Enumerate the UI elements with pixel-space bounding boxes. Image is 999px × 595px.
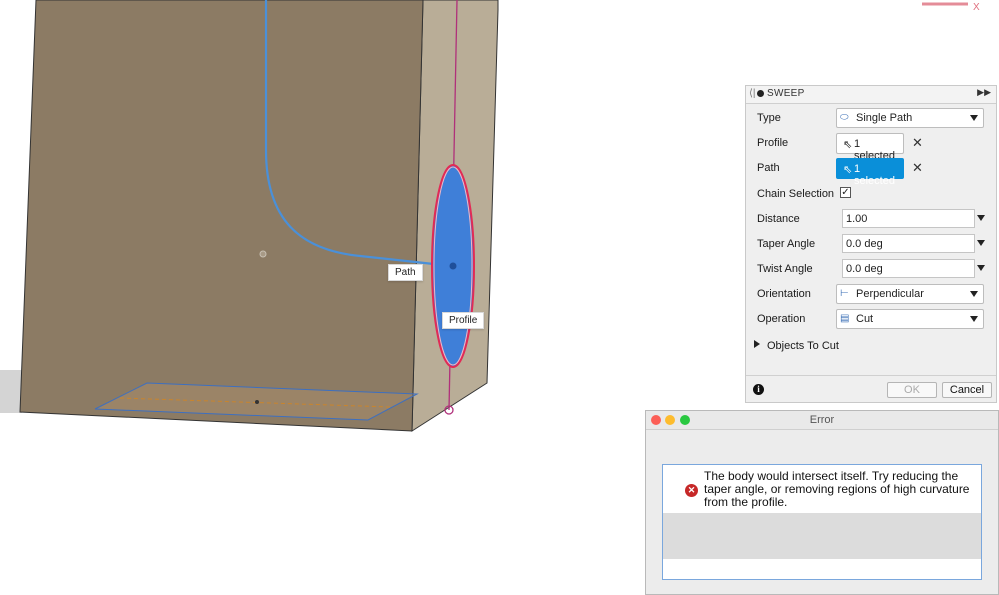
orientation-value: Perpendicular <box>856 288 924 300</box>
collapse-handle-icon[interactable]: ⟨| <box>749 88 756 99</box>
sweep-dialog: ⟨| SWEEP ▶▶ Type ⬭ Single Path Profile ⇖… <box>745 85 997 403</box>
chain-selection-label: Chain Selection <box>757 188 835 200</box>
error-message: The body would intersect itself. Try red… <box>704 469 970 509</box>
ok-button[interactable]: OK <box>887 382 937 398</box>
distance-input[interactable]: 1.00 <box>842 209 975 228</box>
clear-profile-icon[interactable]: ✕ <box>912 135 923 151</box>
view-gizmo-x-label: X <box>973 2 980 13</box>
error-dialog: Error ✕ The body would intersect itself.… <box>645 410 999 595</box>
body-front-face[interactable] <box>19 0 424 432</box>
chevron-down-icon <box>970 115 978 121</box>
perpendicular-icon: ⊢ <box>840 288 849 299</box>
error-title: Error <box>809 414 835 426</box>
twist-angle-input[interactable]: 0.0 deg <box>842 259 975 278</box>
taper-angle-input[interactable]: 0.0 deg <box>842 234 975 253</box>
cancel-button[interactable]: Cancel <box>942 382 992 398</box>
chevron-down-icon[interactable] <box>977 240 985 246</box>
error-message-area <box>663 513 981 559</box>
cursor-icon: ⇖ <box>843 164 853 176</box>
chevron-down-icon[interactable] <box>977 215 985 221</box>
cut-icon: ▤ <box>840 313 850 324</box>
sweep-footer: i OK Cancel <box>746 375 996 404</box>
profile-select-button[interactable]: ⇖ 1 selected <box>836 133 904 162</box>
path-label-tag: Path <box>388 264 423 281</box>
profile-label: Profile <box>757 137 789 149</box>
sweep-header: ⟨| SWEEP ▶▶ <box>746 86 996 104</box>
expand-panel-icon[interactable]: ▶▶ <box>977 87 991 98</box>
error-titlebar: Error <box>646 411 998 430</box>
orientation-row: Orientation ⊢ Perpendicular <box>746 283 996 305</box>
orientation-label: Orientation <box>757 288 811 300</box>
info-icon[interactable]: i <box>753 384 764 395</box>
operation-row: Operation ▤ Cut <box>746 308 996 330</box>
distance-label: Distance <box>757 213 800 225</box>
disclosure-triangle-icon[interactable] <box>754 340 760 348</box>
type-dropdown[interactable]: ⬭ Single Path <box>836 108 984 128</box>
error-icon: ✕ <box>685 484 698 497</box>
command-icon <box>757 90 764 97</box>
taper-angle-row: Taper Angle 0.0 deg <box>746 233 996 255</box>
twist-angle-label: Twist Angle <box>757 263 813 275</box>
type-row: Type ⬭ Single Path <box>746 107 996 129</box>
twist-angle-value: 0.0 deg <box>846 263 883 275</box>
chevron-down-icon <box>970 316 978 322</box>
distance-value: 1.00 <box>846 213 868 225</box>
orientation-dropdown[interactable]: ⊢ Perpendicular <box>836 284 984 304</box>
type-value: Single Path <box>856 112 913 124</box>
path-row: Path ⇖ 1 selected ✕ <box>746 157 996 187</box>
sweep-type-icon: ⬭ <box>840 112 849 123</box>
taper-angle-label: Taper Angle <box>757 238 816 250</box>
twist-angle-row: Twist Angle 0.0 deg <box>746 258 996 280</box>
origin-point <box>259 250 267 258</box>
distance-row: Distance 1.00 <box>746 208 996 230</box>
path-select-button[interactable]: ⇖ 1 selected <box>836 158 904 187</box>
chevron-down-icon[interactable] <box>977 265 985 271</box>
error-message-box: ✕ The body would intersect itself. Try r… <box>662 464 982 580</box>
operation-value: Cut <box>856 313 874 325</box>
objects-to-cut-row[interactable]: Objects To Cut <box>746 335 996 357</box>
type-label: Type <box>757 112 781 124</box>
operation-dropdown[interactable]: ▤ Cut <box>836 309 984 329</box>
cursor-icon: ⇖ <box>843 139 853 151</box>
chain-selection-row: Chain Selection ✓ <box>746 183 996 205</box>
chain-selection-checkbox[interactable]: ✓ <box>840 187 851 198</box>
taper-angle-value: 0.0 deg <box>846 238 883 250</box>
objects-to-cut-label: Objects To Cut <box>767 340 839 352</box>
operation-label: Operation <box>757 313 806 325</box>
profile-row: Profile ⇖ 1 selected ✕ <box>746 132 996 162</box>
ground-shadow <box>0 370 22 413</box>
sketch-point <box>255 400 259 404</box>
profile-center-point <box>449 262 457 270</box>
path-label: Path <box>757 162 780 174</box>
profile-label-tag: Profile <box>442 312 485 329</box>
sweep-title: SWEEP <box>767 88 805 99</box>
clear-path-icon[interactable]: ✕ <box>912 160 923 176</box>
chevron-down-icon <box>970 291 978 297</box>
